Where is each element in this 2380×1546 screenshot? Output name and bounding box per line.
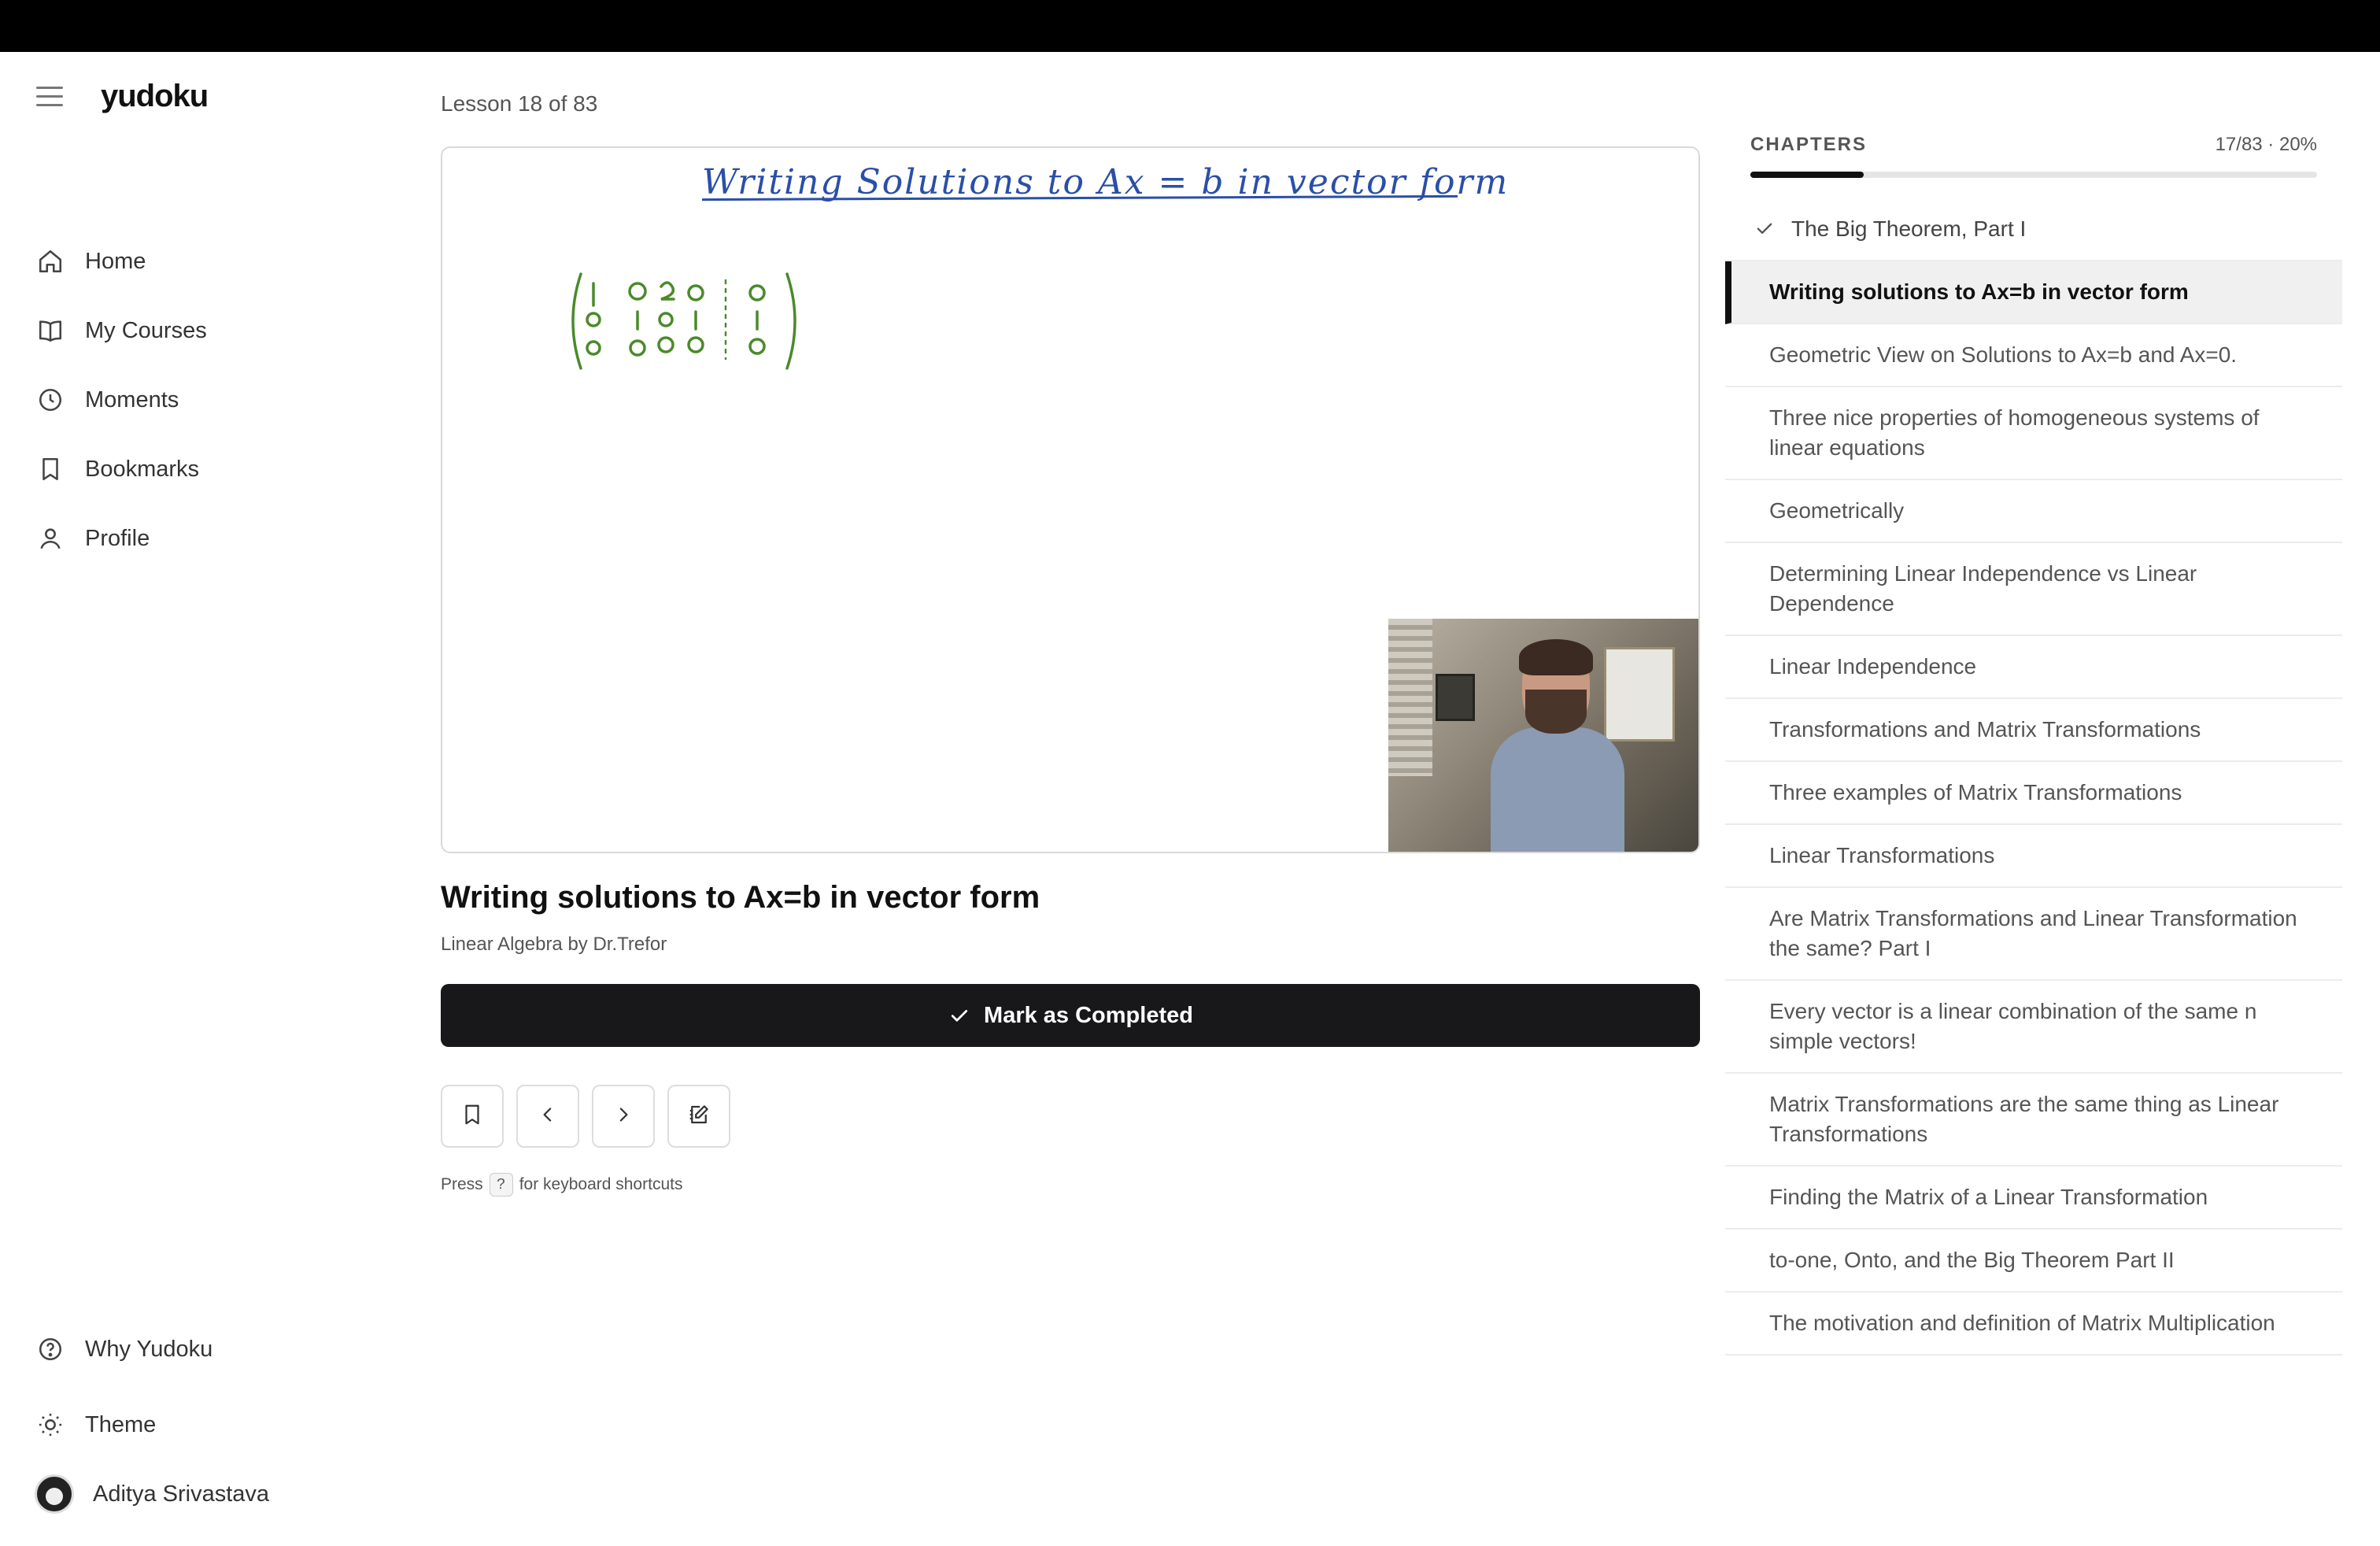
- nav-item-label: Moments: [85, 386, 179, 412]
- chapter-item[interactable]: Matrix Transformations are the same thin…: [1725, 1074, 2342, 1167]
- user-icon: [35, 523, 66, 554]
- shortcut-key: ?: [489, 1173, 513, 1196]
- why-yudoku-label: Why Yudoku: [85, 1336, 213, 1362]
- chapter-item[interactable]: Three nice properties of homogeneous sys…: [1725, 387, 2342, 480]
- chapter-item-label: Writing solutions to Ax=b in vector form: [1769, 279, 2189, 304]
- previous-lesson-button[interactable]: [516, 1085, 579, 1148]
- chapter-item-label: Geometric View on Solutions to Ax=b and …: [1769, 342, 2238, 367]
- chapter-item-label: Three examples of Matrix Transformations: [1769, 780, 2182, 804]
- whiteboard-matrix: [571, 272, 796, 370]
- help-icon: [35, 1333, 66, 1365]
- lesson-actions: [441, 1085, 743, 1148]
- chapter-item-label: The motivation and definition of Matrix …: [1769, 1311, 2275, 1335]
- main-nav: Home My Courses Moments Bookmarks Profil…: [35, 227, 207, 573]
- chapter-item[interactable]: Are Matrix Transformations and Linear Tr…: [1725, 888, 2342, 981]
- chapters-progress-text: 17/83 · 20%: [2215, 134, 2317, 155]
- bottom-nav: Why Yudoku Theme Aditya Srivastava: [35, 1311, 269, 1526]
- chapter-item[interactable]: to-one, Onto, and the Big Theorem Part I…: [1725, 1230, 2342, 1293]
- chapter-item-label: Every vector is a linear combination of …: [1769, 999, 2257, 1053]
- hint-text-after: for keyboard shortcuts: [519, 1175, 683, 1193]
- why-yudoku-link[interactable]: Why Yudoku: [35, 1311, 269, 1387]
- chapter-item-label: Linear Independence: [1769, 654, 1977, 679]
- course-byline: Linear Algebra by Dr.Trefor: [441, 934, 667, 955]
- chevron-left-icon: [536, 1103, 560, 1130]
- chapters-heading: CHAPTERS: [1750, 134, 1868, 155]
- chapter-item-label: Matrix Transformations are the same thin…: [1769, 1092, 2279, 1146]
- edit-notes-icon: [687, 1103, 711, 1130]
- chapter-item[interactable]: Linear Transformations: [1725, 825, 2342, 888]
- mark-completed-button[interactable]: Mark as Completed: [441, 984, 1700, 1047]
- hint-text-before: Press: [441, 1175, 483, 1193]
- chevron-right-icon: [612, 1103, 635, 1130]
- check-icon: [948, 1004, 971, 1027]
- notes-button[interactable]: [667, 1085, 730, 1148]
- keyboard-hint: Press ? for keyboard shortcuts: [441, 1173, 682, 1196]
- clock-icon: [35, 384, 66, 416]
- mark-completed-label: Mark as Completed: [984, 1002, 1193, 1028]
- chapter-item[interactable]: Linear Independence: [1725, 636, 2342, 699]
- chapter-item-label: Determining Linear Independence vs Linea…: [1769, 561, 2197, 616]
- nav-item-home[interactable]: Home: [35, 227, 207, 296]
- chapter-item-label: Are Matrix Transformations and Linear Tr…: [1769, 906, 2297, 960]
- menu-icon[interactable]: [36, 87, 63, 109]
- theme-label: Theme: [85, 1411, 157, 1437]
- chapter-item[interactable]: The Big Theorem, Part I: [1725, 198, 2342, 261]
- chapters-panel: CHAPTERS 17/83 · 20% The Big Theorem, Pa…: [1725, 52, 2342, 1406]
- chapter-item-label: to-one, Onto, and the Big Theorem Part I…: [1769, 1248, 2175, 1272]
- chapter-item[interactable]: Determining Linear Independence vs Linea…: [1725, 543, 2342, 636]
- nav-item-profile[interactable]: Profile: [35, 504, 207, 573]
- nav-item-my-courses[interactable]: My Courses: [35, 296, 207, 365]
- chapter-item-label: Transformations and Matrix Transformatio…: [1769, 717, 2201, 742]
- chapter-item[interactable]: Every vector is a linear combination of …: [1725, 981, 2342, 1074]
- chapter-item[interactable]: Writing solutions to Ax=b in vector form: [1725, 261, 2342, 324]
- chapter-item[interactable]: Geometric View on Solutions to Ax=b and …: [1725, 324, 2342, 387]
- user-name: Aditya Srivastava: [93, 1481, 270, 1507]
- chapter-item-label: Linear Transformations: [1769, 843, 1995, 867]
- lesson-title: Writing solutions to Ax=b in vector form: [441, 880, 1040, 915]
- chapters-progress-bar: [1750, 172, 2317, 178]
- chapter-item[interactable]: Geometrically: [1725, 480, 2342, 543]
- instructor-webcam: [1388, 619, 1698, 852]
- nav-item-label: Profile: [85, 525, 150, 551]
- nav-item-bookmarks[interactable]: Bookmarks: [35, 435, 207, 504]
- bookmark-icon: [35, 453, 66, 485]
- chapter-item[interactable]: Three examples of Matrix Transformations: [1725, 762, 2342, 825]
- chapter-item-label: Finding the Matrix of a Linear Transform…: [1769, 1185, 2208, 1209]
- chapter-item[interactable]: The motivation and definition of Matrix …: [1725, 1293, 2342, 1356]
- chapter-item-label: Three nice properties of homogeneous sys…: [1769, 405, 2260, 460]
- window-top-bar: [0, 0, 2380, 52]
- theme-toggle[interactable]: Theme: [35, 1387, 269, 1463]
- bookmark-icon: [460, 1103, 484, 1130]
- sidebar: yudoku Home My Courses Moments Bookmarks…: [0, 52, 425, 1546]
- app: yudoku Home My Courses Moments Bookmarks…: [0, 52, 2380, 1546]
- logo[interactable]: yudoku: [101, 79, 209, 114]
- next-lesson-button[interactable]: [592, 1085, 655, 1148]
- chapter-item-label: The Big Theorem, Part I: [1791, 216, 2027, 241]
- bookmark-button[interactable]: [441, 1085, 504, 1148]
- user-profile[interactable]: Aditya Srivastava: [35, 1463, 269, 1526]
- video-player[interactable]: Writing Solutions to Ax = b in vector fo…: [441, 146, 1700, 853]
- sun-icon: [35, 1409, 66, 1441]
- chapter-item[interactable]: Finding the Matrix of a Linear Transform…: [1725, 1167, 2342, 1230]
- book-icon: [35, 315, 66, 346]
- nav-item-label: My Courses: [85, 317, 207, 343]
- nav-item-moments[interactable]: Moments: [35, 365, 207, 435]
- chapter-item-label: Geometrically: [1769, 498, 1905, 523]
- chapter-list: The Big Theorem, Part I Writing solutions…: [1725, 198, 2342, 1356]
- nav-item-label: Bookmarks: [85, 456, 200, 482]
- nav-item-label: Home: [85, 248, 146, 274]
- home-icon: [35, 246, 66, 277]
- lesson-count: Lesson 18 of 83: [441, 91, 598, 116]
- check-icon: [1754, 217, 1776, 247]
- avatar: [35, 1474, 74, 1514]
- chapter-item[interactable]: Transformations and Matrix Transformatio…: [1725, 699, 2342, 762]
- chapters-progress-fill: [1750, 172, 1864, 178]
